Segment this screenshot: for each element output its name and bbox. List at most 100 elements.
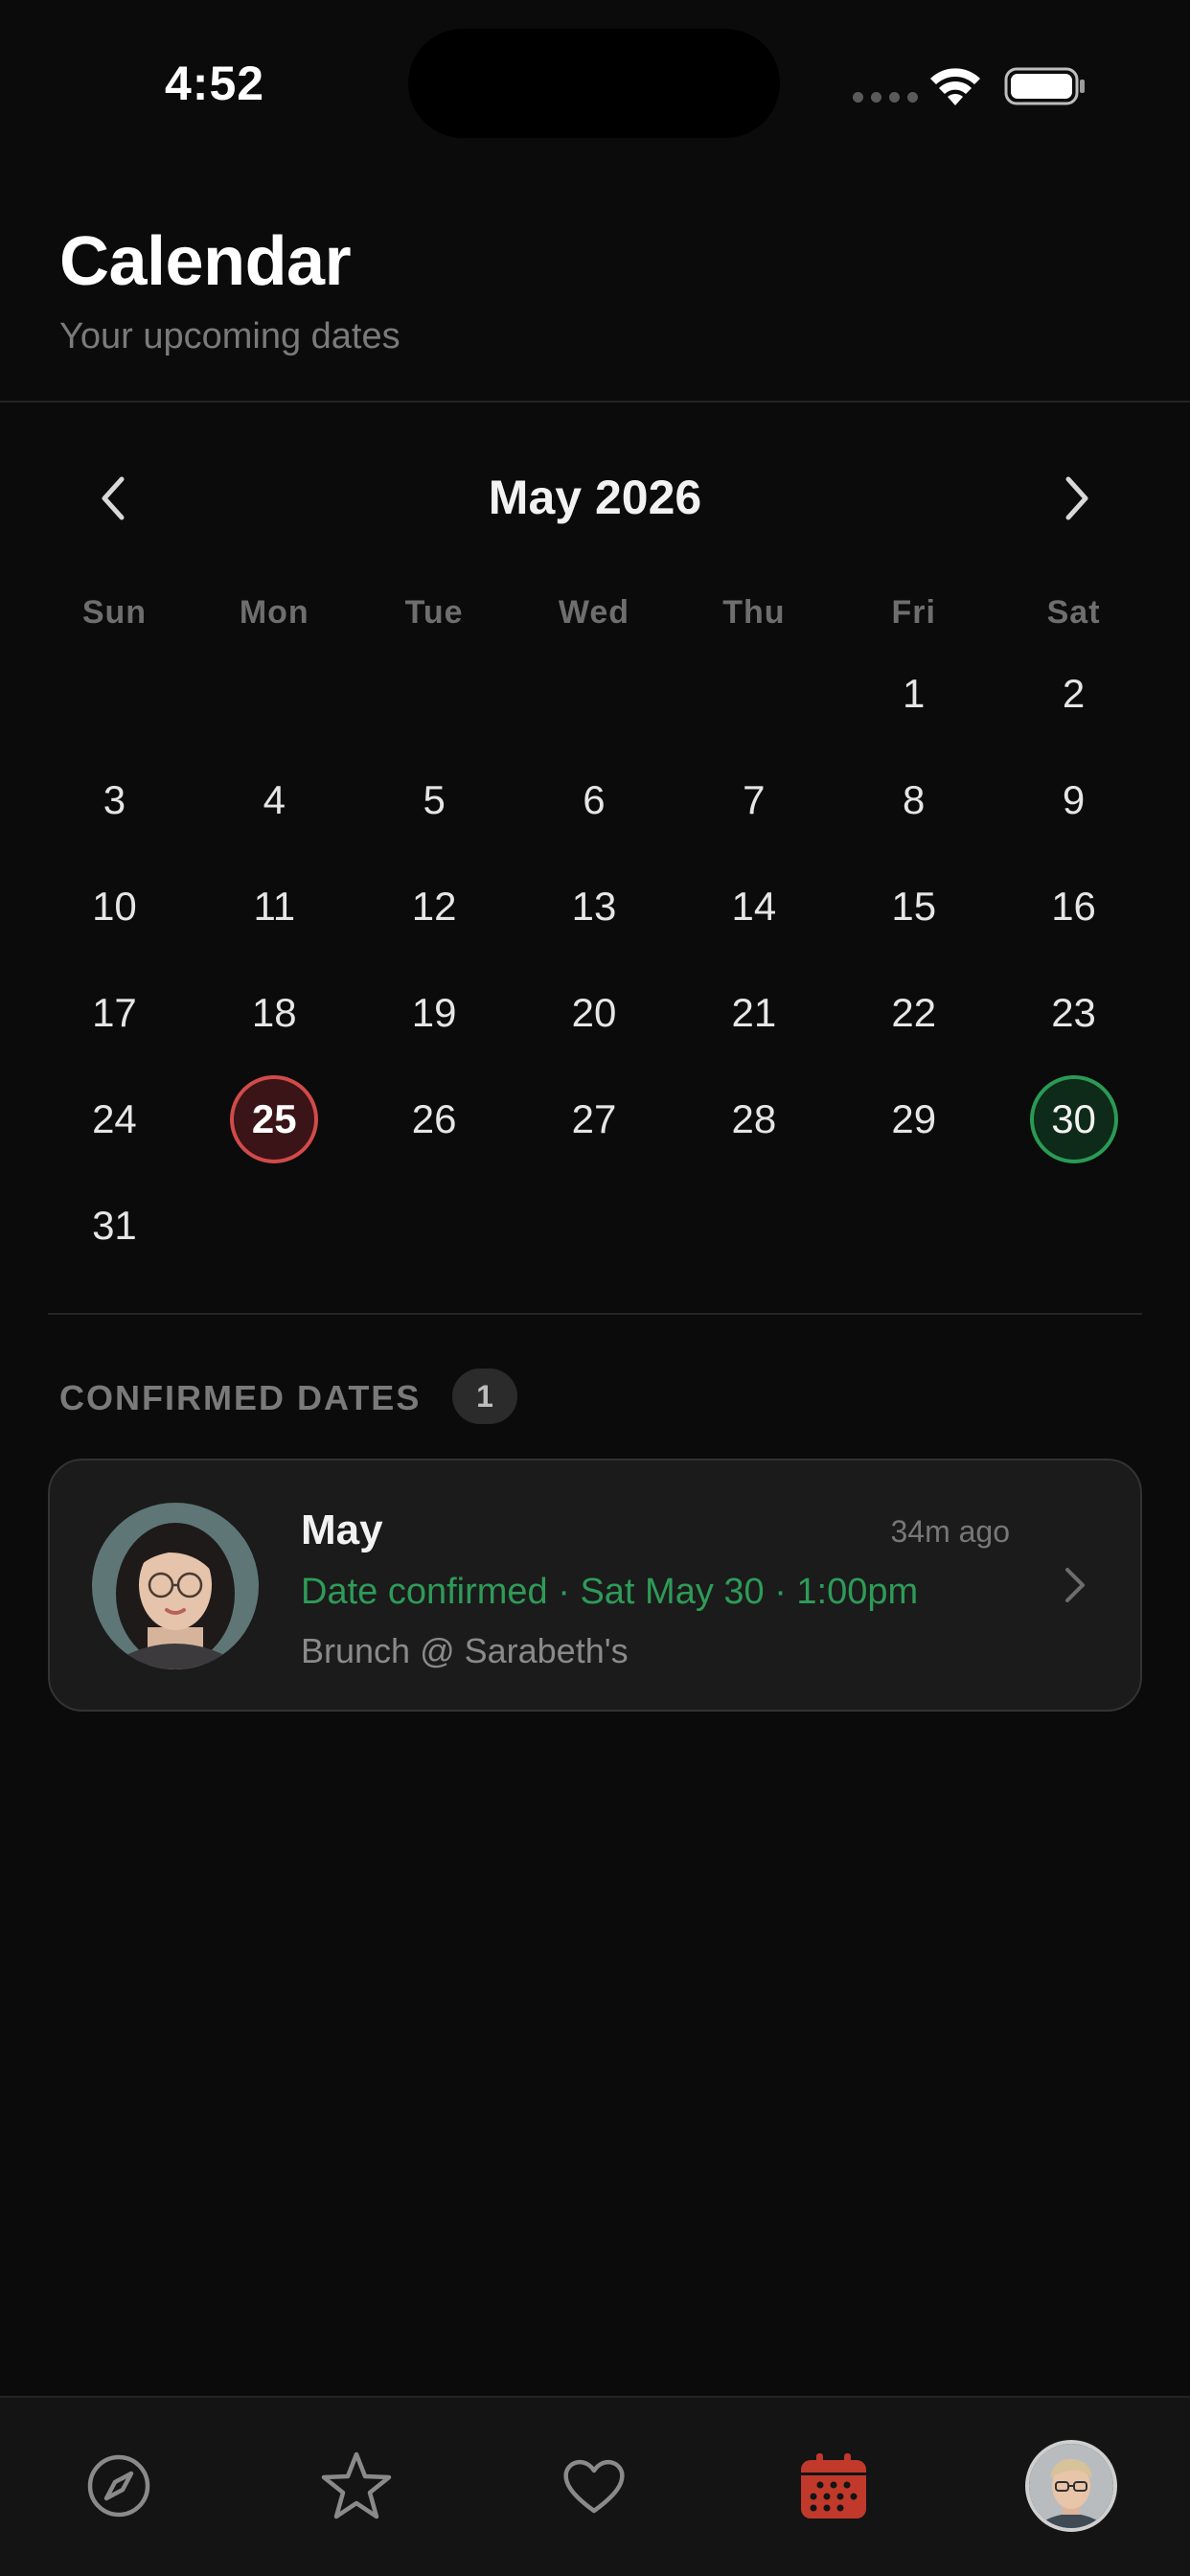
page-subtitle: Your upcoming dates bbox=[59, 316, 400, 356]
calendar-day-confirmed[interactable]: 30 bbox=[994, 1066, 1154, 1172]
next-month-button[interactable] bbox=[1042, 464, 1111, 533]
chevron-right-icon bbox=[1065, 476, 1088, 520]
wifi-icon bbox=[930, 68, 980, 105]
calendar-day[interactable]: 28 bbox=[674, 1066, 834, 1172]
calendar-day[interactable]: 15 bbox=[834, 853, 994, 959]
calendar-icon bbox=[801, 2453, 866, 2518]
calendar-day-number: 31 bbox=[92, 1202, 137, 1248]
calendar-day-empty bbox=[515, 640, 675, 747]
calendar-day-number: 13 bbox=[571, 883, 617, 929]
dynamic-island bbox=[408, 29, 780, 138]
bottom-tab-bar bbox=[0, 2396, 1190, 2576]
calendar-day[interactable]: 22 bbox=[834, 959, 994, 1066]
page-title: Calendar bbox=[59, 223, 352, 300]
date-status: Date confirmed · Sat May 30 · 1:00pm bbox=[301, 1572, 919, 1612]
weekday-label: Fri bbox=[891, 594, 936, 631]
tab-discover[interactable] bbox=[73, 2440, 165, 2532]
calendar-day[interactable]: 10 bbox=[34, 853, 195, 959]
tab-likes[interactable] bbox=[548, 2440, 640, 2532]
calendar-day[interactable]: 21 bbox=[674, 959, 834, 1066]
calendar-day-number: 11 bbox=[253, 883, 296, 929]
heart-icon bbox=[563, 2460, 625, 2514]
calendar-day[interactable]: 6 bbox=[515, 747, 675, 853]
calendar-day[interactable]: 8 bbox=[834, 747, 994, 853]
calendar-day[interactable]: 13 bbox=[515, 853, 675, 959]
calendar-day[interactable]: 5 bbox=[355, 747, 515, 853]
calendar-day[interactable]: 3 bbox=[34, 747, 195, 853]
weekday-label: Tue bbox=[404, 594, 464, 631]
calendar-day[interactable]: 17 bbox=[34, 959, 195, 1066]
calendar-day-number: 27 bbox=[571, 1095, 617, 1141]
cellular-signal-icon bbox=[853, 92, 918, 103]
calendar-day[interactable]: 26 bbox=[355, 1066, 515, 1172]
month-label: May 2026 bbox=[488, 471, 702, 524]
weekday-label: Mon bbox=[239, 594, 309, 631]
profile-avatar bbox=[1029, 2444, 1113, 2528]
calendar-day[interactable]: 31 bbox=[34, 1172, 195, 1278]
weekday-label: Sun bbox=[81, 594, 148, 631]
calendar-day-number: 2 bbox=[1062, 670, 1086, 716]
calendar-day-number: 6 bbox=[583, 776, 606, 822]
calendar-day-number: 28 bbox=[731, 1095, 777, 1141]
match-avatar bbox=[92, 1503, 259, 1669]
chevron-right-icon bbox=[1065, 1568, 1085, 1602]
calendar-day-number: 26 bbox=[411, 1095, 457, 1141]
timestamp: 34m ago bbox=[890, 1514, 1010, 1549]
tab-stars[interactable] bbox=[310, 2440, 402, 2532]
confirmed-date-card[interactable]: May 34m ago Date confirmed · Sat May 30 … bbox=[48, 1459, 1142, 1712]
calendar-day-number: 14 bbox=[731, 883, 777, 929]
calendar-day[interactable]: 4 bbox=[195, 747, 355, 853]
section-divider bbox=[48, 1313, 1142, 1315]
weekday-label: Sat bbox=[1046, 594, 1101, 631]
header-divider bbox=[0, 401, 1190, 402]
battery-icon bbox=[1004, 67, 1085, 105]
calendar-day-number: 3 bbox=[103, 776, 126, 822]
calendar-day[interactable]: 24 bbox=[34, 1066, 195, 1172]
calendar-day[interactable]: 19 bbox=[355, 959, 515, 1066]
calendar-day-number: 20 bbox=[571, 989, 617, 1035]
match-name: May bbox=[301, 1506, 383, 1553]
calendar-day-number: 24 bbox=[92, 1095, 137, 1141]
calendar-day-number: 17 bbox=[92, 989, 137, 1035]
tab-calendar[interactable] bbox=[788, 2440, 880, 2532]
calendar-day[interactable]: 9 bbox=[994, 747, 1154, 853]
calendar-day-number: 21 bbox=[731, 989, 777, 1035]
calendar-day[interactable]: 27 bbox=[515, 1066, 675, 1172]
confirmed-dates-heading: CONFIRMED DATES bbox=[59, 1378, 422, 1417]
calendar-day-empty bbox=[195, 640, 355, 747]
calendar-day-number: 19 bbox=[411, 989, 457, 1035]
calendar-day[interactable]: 20 bbox=[515, 959, 675, 1066]
calendar-day-number: 25 bbox=[230, 1074, 319, 1163]
calendar-day[interactable]: 2 bbox=[994, 640, 1154, 747]
calendar-day[interactable]: 14 bbox=[674, 853, 834, 959]
calendar-day-grid: 1 2 3 4 5 6 7 8 9 10 11 12 13 14 15 16 17 18 19 20 21 22 23 24 2… bbox=[34, 640, 1154, 1278]
calendar-day[interactable]: 12 bbox=[355, 853, 515, 959]
date-location: Brunch @ Sarabeth's bbox=[301, 1631, 629, 1670]
tab-profile[interactable] bbox=[1025, 2440, 1117, 2532]
calendar-day[interactable]: 16 bbox=[994, 853, 1154, 959]
confirmed-dates-count-badge: 1 bbox=[452, 1368, 517, 1424]
calendar-day-empty bbox=[674, 640, 834, 747]
calendar-day-number: 29 bbox=[891, 1095, 937, 1141]
calendar-day[interactable]: 1 bbox=[834, 640, 994, 747]
calendar-day-number: 12 bbox=[411, 883, 457, 929]
calendar-day-today[interactable]: 25 bbox=[195, 1066, 355, 1172]
calendar-day[interactable]: 18 bbox=[195, 959, 355, 1066]
calendar-day-number: 30 bbox=[1029, 1074, 1118, 1163]
calendar-day[interactable]: 29 bbox=[834, 1066, 994, 1172]
calendar-day-empty bbox=[34, 640, 195, 747]
compass-icon bbox=[87, 2454, 150, 2518]
weekday-label: Wed bbox=[558, 594, 630, 631]
weekday-header: Sun Mon Tue Wed Thu Fri Sat bbox=[34, 594, 1154, 632]
calendar-day-number: 16 bbox=[1051, 883, 1096, 929]
calendar-day-number: 4 bbox=[263, 776, 286, 822]
weekday-label: Thu bbox=[722, 594, 786, 631]
calendar-day-number: 9 bbox=[1062, 776, 1086, 822]
calendar-day-number: 8 bbox=[903, 776, 926, 822]
calendar-screen: 4:52 Calendar Your upcoming dates May 20… bbox=[0, 0, 1190, 2576]
calendar-day[interactable]: 11 bbox=[195, 853, 355, 959]
calendar-day[interactable]: 7 bbox=[674, 747, 834, 853]
calendar-day[interactable]: 23 bbox=[994, 959, 1154, 1066]
calendar-day-number: 10 bbox=[92, 883, 137, 929]
calendar-day-number: 1 bbox=[903, 670, 926, 716]
